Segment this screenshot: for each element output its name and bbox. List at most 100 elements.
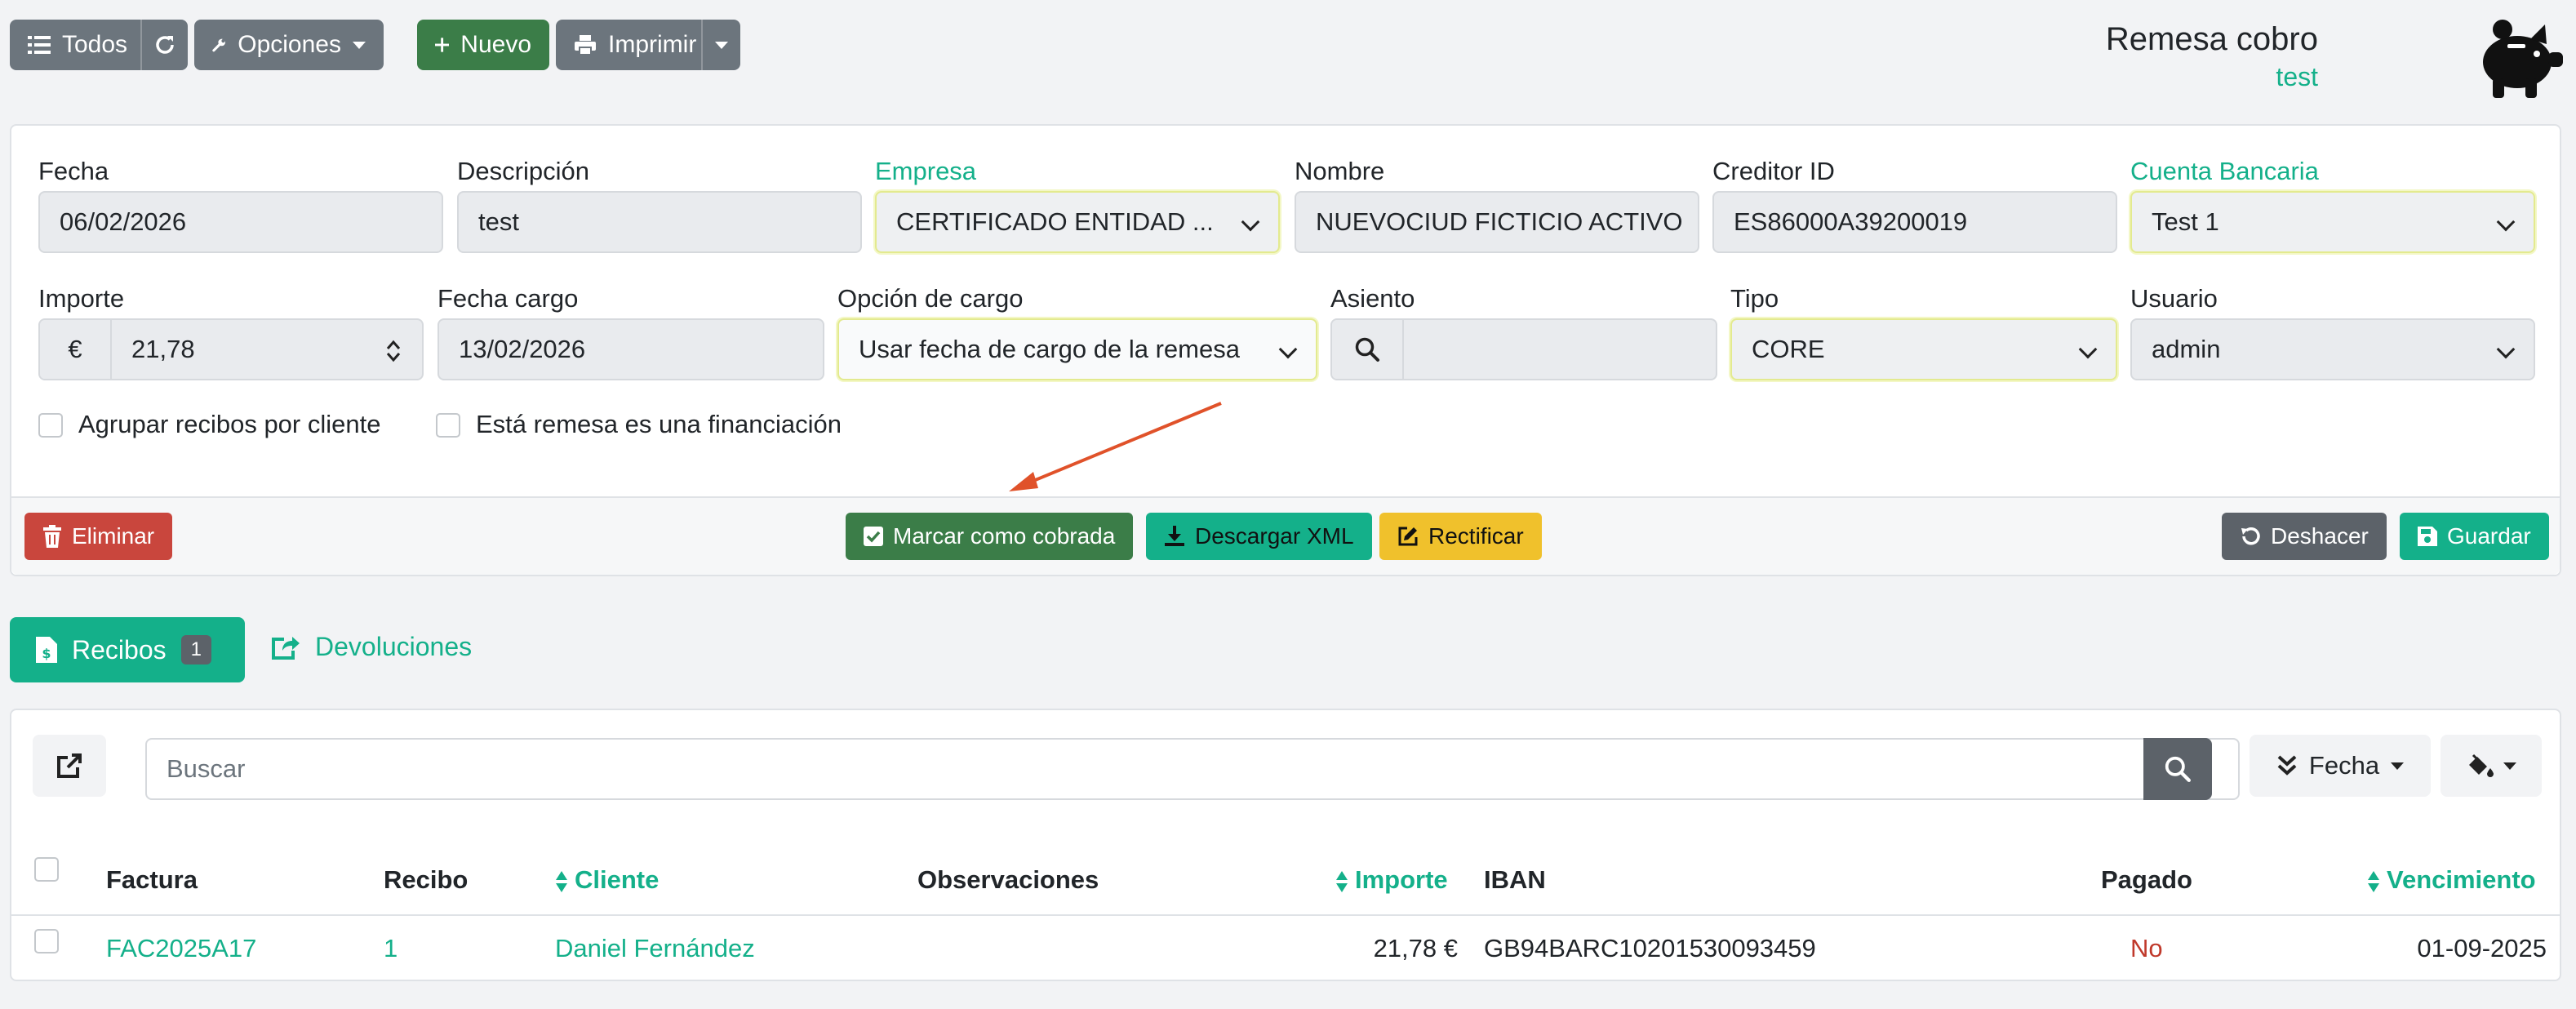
- save-icon: [2418, 527, 2437, 546]
- fecha-cargo-input[interactable]: 13/02/2026: [437, 318, 824, 380]
- rectificar-button[interactable]: Rectificar: [1379, 513, 1542, 560]
- external-link-icon: [57, 753, 82, 778]
- importe-label: Importe: [38, 284, 125, 313]
- form-actions-bar: Eliminar Marcar como cobrada Descargar X…: [11, 496, 2560, 575]
- angle-double-down-icon: [2277, 755, 2297, 776]
- row-checkbox[interactable]: [34, 929, 59, 953]
- col-factura: Factura: [106, 865, 198, 894]
- nuevo-button[interactable]: Nuevo: [417, 20, 549, 70]
- search-icon: [1355, 337, 1379, 362]
- col-cliente[interactable]: Cliente: [555, 865, 659, 895]
- opcion-cargo-label: Opción de cargo: [837, 284, 1024, 313]
- sort-icon: [1336, 870, 1348, 892]
- row-pagado: No: [2130, 934, 2163, 962]
- row-cliente[interactable]: Daniel Fernández: [555, 934, 755, 963]
- nombre-label: Nombre: [1295, 157, 1385, 185]
- descargar-label: Descargar XML: [1195, 523, 1354, 549]
- col-vencimiento-label: Vencimiento: [2387, 865, 2536, 894]
- importe-input[interactable]: € 21,78: [38, 318, 424, 380]
- caret-down-icon: [2391, 762, 2405, 770]
- refresh-button[interactable]: [142, 20, 188, 70]
- stepper-icon[interactable]: [386, 340, 401, 362]
- opciones-button[interactable]: Opciones: [194, 20, 384, 70]
- empresa-select[interactable]: CERTIFICADO ENTIDAD ...: [875, 191, 1280, 253]
- fecha-label: Fecha: [38, 157, 109, 185]
- descripcion-input[interactable]: test: [457, 191, 862, 253]
- descripcion-label: Descripción: [457, 157, 589, 185]
- download-icon: [1165, 526, 1184, 546]
- descargar-xml-button[interactable]: Descargar XML: [1146, 513, 1372, 560]
- imprimir-dropdown-toggle[interactable]: [703, 20, 740, 70]
- financiacion-checkbox[interactable]: [436, 413, 460, 438]
- nombre-input[interactable]: NUEVOCIUD FICTICIO ACTIVO: [1295, 191, 1699, 253]
- list-icon: [28, 36, 51, 54]
- guardar-button[interactable]: Guardar: [2400, 513, 2549, 560]
- chevron-down-icon: [1241, 212, 1260, 232]
- sort-icon: [556, 870, 567, 892]
- creditor-id-label: Creditor ID: [1712, 157, 1835, 185]
- order-by-label: Fecha: [2308, 751, 2380, 780]
- select-all-checkbox[interactable]: [34, 857, 59, 882]
- tab-devoluciones[interactable]: Devoluciones: [271, 632, 472, 662]
- print-icon: [575, 35, 596, 56]
- agrupar-checkbox[interactable]: [38, 413, 63, 438]
- asiento-input[interactable]: [1330, 318, 1717, 380]
- creditor-id-value: ES86000A39200019: [1734, 207, 1968, 236]
- wrench-icon: [212, 38, 226, 52]
- row-recibo[interactable]: 1: [384, 934, 398, 963]
- col-importe-label: Importe: [1355, 865, 1448, 894]
- chevron-down-icon: [2078, 340, 2098, 359]
- row-vencimiento: 01-09-2025: [2417, 934, 2547, 962]
- recibos-label: Recibos: [72, 634, 167, 665]
- financiacion-label: Está remesa es una financiación: [476, 410, 842, 438]
- fecha-input[interactable]: 06/02/2026: [38, 191, 443, 253]
- fecha-value: 06/02/2026: [60, 207, 187, 236]
- page-subtitle: test: [2276, 62, 2318, 91]
- cuenta-bancaria-select[interactable]: Test 1: [2130, 191, 2535, 253]
- search-button[interactable]: [2143, 738, 2212, 800]
- caret-down-icon: [715, 41, 728, 49]
- annotation-arrow: [1009, 402, 1222, 491]
- importe-value: 21,78: [131, 335, 195, 363]
- marcar-label: Marcar como cobrada: [893, 523, 1116, 549]
- fill-drip-icon: [2469, 753, 2494, 777]
- refresh-icon: [156, 36, 174, 54]
- order-by-button[interactable]: Fecha: [2250, 735, 2431, 797]
- table-row[interactable]: FAC2025A17 1 Daniel Fernández 21,78 € GB…: [11, 916, 2560, 981]
- chevron-down-icon: [2496, 340, 2516, 359]
- todos-button[interactable]: Todos: [10, 20, 145, 70]
- svg-text:$: $: [42, 646, 51, 661]
- file-invoice-icon: $: [36, 637, 57, 663]
- opcion-cargo-select[interactable]: Usar fecha de cargo de la remesa: [837, 318, 1317, 380]
- col-recibo: Recibo: [384, 865, 469, 894]
- eliminar-button[interactable]: Eliminar: [24, 513, 173, 560]
- col-cliente-label: Cliente: [575, 865, 660, 894]
- imprimir-button[interactable]: Imprimir: [556, 20, 714, 70]
- fecha-cargo-value: 13/02/2026: [459, 335, 586, 363]
- tipo-select[interactable]: CORE: [1730, 318, 2117, 380]
- export-button[interactable]: [33, 735, 106, 797]
- deshacer-button[interactable]: Deshacer: [2222, 513, 2387, 560]
- edit-icon: [1398, 527, 1418, 546]
- asiento-label: Asiento: [1330, 284, 1415, 313]
- tab-recibos[interactable]: $ Recibos 1: [10, 617, 245, 682]
- recibos-count-badge: 1: [180, 635, 211, 665]
- creditor-id-input[interactable]: ES86000A39200019: [1712, 191, 2117, 253]
- tipo-label: Tipo: [1730, 284, 1779, 313]
- search-input[interactable]: Buscar: [145, 738, 2240, 800]
- imprimir-label: Imprimir: [608, 31, 697, 58]
- usuario-value: admin: [2152, 335, 2221, 363]
- usuario-select[interactable]: admin: [2130, 318, 2535, 380]
- opcion-cargo-value: Usar fecha de cargo de la remesa: [859, 335, 1240, 363]
- row-factura[interactable]: FAC2025A17: [106, 934, 256, 963]
- check-square-icon: [864, 527, 883, 546]
- col-importe[interactable]: Importe: [1335, 865, 1448, 895]
- color-filter-button[interactable]: [2441, 735, 2542, 797]
- rectificar-label: Rectificar: [1428, 523, 1524, 549]
- chevron-down-icon: [2496, 212, 2516, 232]
- row-iban: GB94BARC10201530093459: [1484, 934, 1816, 962]
- marcar-cobrada-button[interactable]: Marcar como cobrada: [846, 513, 1134, 560]
- row-importe: 21,78 €: [1373, 934, 1458, 962]
- col-vencimiento[interactable]: Vencimiento: [2367, 865, 2536, 895]
- asiento-search-addon[interactable]: [1332, 320, 1404, 379]
